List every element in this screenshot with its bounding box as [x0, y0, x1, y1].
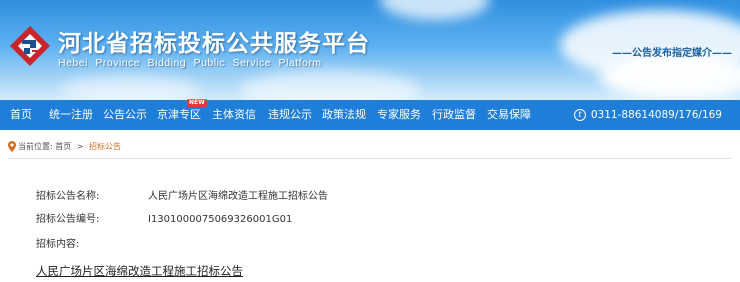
notice-content-row: 招标内容: [36, 235, 148, 250]
nav-item-jingjin-zone[interactable]: 京津专区 NEW [157, 99, 207, 130]
breadcrumb-separator: > [76, 142, 84, 151]
phone-number: 0311-88614089/176/169 [590, 109, 722, 121]
cloud-decoration [600, 55, 740, 100]
notice-name-row: 招标公告名称: 人民广场片区海绵改造工程施工招标公告 [36, 187, 328, 202]
nav-item-label: 行政监督 [432, 108, 476, 121]
cloud-decoration [240, 70, 420, 100]
nav-item-credit[interactable]: 主体资信 [212, 100, 256, 130]
notice-code-label: 招标公告编号: [36, 214, 100, 225]
site-title: 河北省招标投标公共服务平台 [58, 31, 370, 57]
notice-content-title-link[interactable]: 人民广场片区海绵改造工程施工招标公告 [36, 263, 243, 279]
nav-item-label: 违规公示 [268, 108, 312, 121]
nav-item-label: 主体资信 [212, 108, 256, 121]
nav-item-register[interactable]: 统一注册 [49, 100, 93, 130]
nav-item-label: 公告公示 [103, 108, 147, 121]
cloud-decoration [60, 75, 200, 100]
notice-name-value: 人民广场片区海绵改造工程施工招标公告 [148, 191, 328, 202]
nav-item-violations[interactable]: 违规公示 [268, 100, 312, 130]
breadcrumb-current[interactable]: 招标公告 [89, 142, 121, 151]
notice-code-row: 招标公告编号: I1301000075069326001G01 [36, 210, 292, 225]
breadcrumb-home-link[interactable]: 首页 [55, 142, 71, 151]
notice-code-value: I1301000075069326001G01 [148, 214, 293, 225]
nav-item-label: 统一注册 [49, 108, 93, 121]
site-subtitle: Hebei Province Bidding Public Service Pl… [58, 57, 322, 69]
site-slogan: ——公告发布指定媒介—— [612, 48, 732, 59]
nav-item-announcements[interactable]: 公告公示 [103, 100, 147, 130]
nav-item-label: 首页 [10, 108, 32, 121]
notice-name-label: 招标公告名称: [36, 191, 100, 202]
nav-item-policies[interactable]: 政策法规 [322, 100, 366, 130]
nav-item-home[interactable]: 首页 [10, 100, 32, 130]
phone-icon: t [573, 109, 586, 121]
nav-item-experts[interactable]: 专家服务 [377, 100, 421, 130]
site-logo-icon[interactable] [8, 24, 52, 68]
breadcrumb: 当前位置: 首页 > 招标公告 [8, 135, 732, 159]
nav-item-label: 交易保障 [487, 108, 531, 121]
nav-item-supervision[interactable]: 行政监督 [432, 100, 476, 130]
nav-item-label: 专家服务 [377, 108, 421, 121]
service-phone: t 0311-88614089/176/169 [573, 100, 722, 130]
nav-item-label: 政策法规 [322, 108, 366, 121]
new-badge: NEW [187, 99, 207, 107]
nav-item-trade-guarantee[interactable]: 交易保障 [487, 100, 531, 130]
notice-content-label: 招标内容: [36, 239, 80, 250]
cloud-decoration [380, 0, 490, 20]
location-pin-icon [8, 141, 16, 152]
breadcrumb-prefix: 当前位置: [18, 142, 53, 151]
main-nav: 首页 统一注册 公告公示 京津专区 NEW 主体资信 违规公示 政策法规 专家服… [0, 99, 740, 130]
site-header: 河北省招标投标公共服务平台 Hebei Province Bidding Pub… [0, 0, 740, 100]
